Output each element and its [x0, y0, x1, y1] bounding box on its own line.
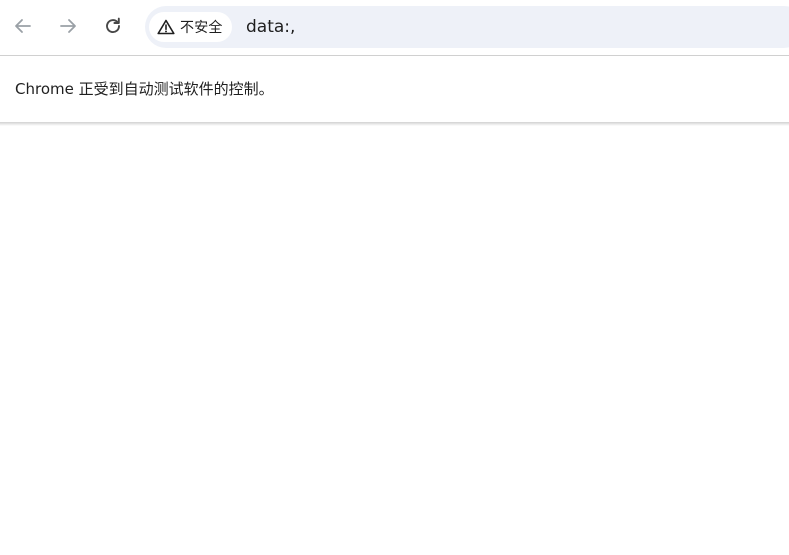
address-bar[interactable]: 不安全 data:,: [145, 6, 789, 48]
reload-button[interactable]: [97, 10, 129, 42]
security-chip-label: 不安全: [180, 20, 223, 36]
infobar-message: Chrome 正受到自动测试软件的控制。: [15, 80, 274, 98]
reload-icon: [103, 16, 123, 36]
security-indicator-chip[interactable]: 不安全: [149, 12, 232, 42]
automation-infobar: Chrome 正受到自动测试软件的控制。: [0, 57, 789, 122]
page-viewport[interactable]: [0, 126, 789, 555]
forward-button[interactable]: [52, 10, 84, 42]
arrow-left-icon: [13, 16, 33, 36]
back-button[interactable]: [7, 10, 39, 42]
browser-toolbar: 不安全 data:,: [0, 0, 789, 56]
warning-triangle-icon: [157, 19, 175, 35]
arrow-right-icon: [58, 16, 78, 36]
url-text[interactable]: data:,: [246, 17, 295, 37]
